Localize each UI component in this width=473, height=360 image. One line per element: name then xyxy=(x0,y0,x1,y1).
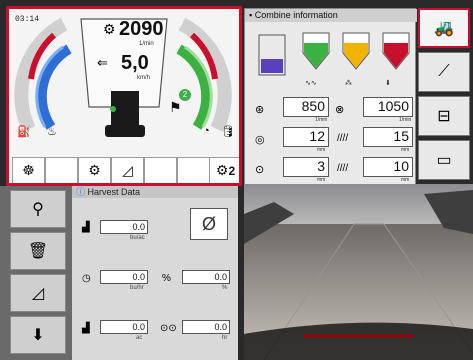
gear-2-button[interactable]: ⚙ 2 xyxy=(209,157,239,183)
tab-bin-unload[interactable]: ⊟ xyxy=(418,96,470,136)
rotor-speed-icon: ⊛ xyxy=(255,104,265,116)
ramp-button[interactable]: ◿ xyxy=(111,157,144,183)
moisture-icon: % xyxy=(162,273,171,284)
fan-speed-unit: 1/min xyxy=(399,117,412,123)
combine-title-bar: ▪ Combine information xyxy=(245,9,417,22)
moisture-unit: % xyxy=(222,285,228,291)
coolant-icon: ♨ xyxy=(47,126,57,138)
hours-icon: ⊙⊙ xyxy=(160,323,177,334)
reset-button[interactable]: Ø xyxy=(190,208,228,240)
left-gauge xyxy=(14,17,72,132)
yield-icon: ▟ xyxy=(82,222,90,233)
gear-2-icon: ⚙ xyxy=(215,162,229,178)
tab-down[interactable]: ⬇ xyxy=(10,316,66,354)
tab-header[interactable]: ◿ xyxy=(10,274,66,312)
right-gauge xyxy=(176,17,232,132)
rate-unit: bu/hr xyxy=(130,285,144,291)
speed-value: 5,0 xyxy=(121,52,149,74)
svg-text:⁂: ⁂ xyxy=(345,79,352,87)
empty-button-2[interactable] xyxy=(144,157,177,183)
fan-icon: ⊗ xyxy=(335,104,345,116)
tab-field[interactable]: ⟋ xyxy=(418,52,470,92)
oil-icon: 🛢 xyxy=(221,126,235,138)
area-icon: ▟ xyxy=(82,323,90,334)
settings-gear-icon: ⚙ xyxy=(88,162,101,178)
upper-sieve-unit: mm xyxy=(401,147,410,153)
down-arrow-icon: ⬇ xyxy=(31,327,45,344)
upper-sieve-value: 15 xyxy=(363,127,413,147)
settings-button[interactable]: ⚙ xyxy=(78,157,111,183)
combine-mini-icon: ▪ xyxy=(249,10,253,20)
crop-gauge-icon: ⚲ xyxy=(32,201,44,218)
hours-unit: hr xyxy=(222,335,228,341)
area-unit: ac xyxy=(136,335,143,341)
engine-speed-icon: ⚙ xyxy=(103,21,116,37)
header-icon: ◿ xyxy=(31,285,45,302)
rpm-unit: 1/min xyxy=(139,41,154,47)
yield-unit: bu/ac xyxy=(130,235,145,241)
tab-crop-gauge[interactable]: ⚲ xyxy=(10,190,66,228)
combine-title: Combine information xyxy=(254,10,338,20)
concave-value: 12 xyxy=(283,127,329,147)
harvest-title: Harvest Data xyxy=(87,187,141,197)
harvest-data-panel: ⓘ Harvest Data Ø ▟ 0.0 bu/ac ◷ 0.0 bu/hr… xyxy=(72,186,238,360)
empty-button-1[interactable] xyxy=(45,157,78,183)
rotor-speed-value: 850 xyxy=(283,97,329,117)
engine-panel: 03:14 ⚙ 2090 1/min ⇐ 5,0 km/h ⚑ 2 ⛽ ♨ ◔ … xyxy=(6,6,242,186)
info-icon: ⓘ xyxy=(76,187,86,197)
concave-unit: mm xyxy=(317,147,326,153)
fuel-icon: ⛽ xyxy=(17,126,31,138)
pre-concave-unit: mm xyxy=(317,177,326,183)
bin-unload-icon: ⊟ xyxy=(437,108,451,125)
combine-icon: 🚜 xyxy=(434,20,454,37)
moisture-value: 0.0 xyxy=(182,270,230,284)
combine-silhouette xyxy=(105,91,145,137)
tab-bin[interactable]: 🗑 xyxy=(10,232,66,270)
level-bars: ∿∿ ⁂ ⬇ xyxy=(258,32,410,87)
lower-sieve-value: 10 xyxy=(363,157,413,177)
upper-sieve-icon: //// xyxy=(337,133,349,144)
area-value: 0.0 xyxy=(100,320,148,334)
gear-badge: 2 xyxy=(179,89,191,101)
concave-icon: ◎ xyxy=(255,134,265,146)
yield-value: 0.0 xyxy=(100,220,148,234)
lower-sieve-unit: mm xyxy=(401,177,410,183)
harvest-title-bar: ⓘ Harvest Data xyxy=(72,186,238,198)
gear-2-label: 2 xyxy=(228,163,236,178)
svg-text:∿∿: ∿∿ xyxy=(305,80,317,87)
tab-monitor[interactable]: ▭ xyxy=(418,140,470,180)
rotor-speed-unit: 1/min xyxy=(315,117,328,123)
pre-concave-icon: ⊙ xyxy=(255,164,265,176)
combine-info-panel: ▪ Combine information ∿∿ ⁂ ⬇ ⊛ 850 1/min… xyxy=(244,8,417,186)
gear-lever-icon: ⚑ xyxy=(169,99,182,115)
steering-wheel-icon: ☸ xyxy=(22,162,35,178)
svg-text:⬇: ⬇ xyxy=(385,79,391,87)
monitor-icon: ▭ xyxy=(436,152,452,169)
pre-concave-value: 3 xyxy=(283,157,329,177)
hydraulic-icon: ◔ xyxy=(203,125,210,137)
camera-feed xyxy=(244,184,473,360)
hours-value: 0.0 xyxy=(182,320,230,334)
rate-clock-icon: ◷ xyxy=(82,273,91,284)
bin-icon: 🗑 xyxy=(27,243,49,260)
field-icon: ⟋ xyxy=(438,63,450,80)
direction-arrow-icon: ⇐ xyxy=(97,55,108,70)
tab-combine[interactable]: 🚜 xyxy=(418,8,470,48)
rate-value: 0.0 xyxy=(100,270,148,284)
reset-glyph: Ø xyxy=(201,213,216,234)
fan-speed-value: 1050 xyxy=(363,97,413,117)
empty-button-3[interactable] xyxy=(177,157,210,183)
lower-sieve-icon: //// xyxy=(337,163,349,174)
steering-button[interactable]: ☸ xyxy=(12,157,45,183)
ramp-icon: ◿ xyxy=(122,162,133,178)
rpm-value: 2090 xyxy=(119,18,164,40)
speed-unit: km/h xyxy=(137,75,151,81)
